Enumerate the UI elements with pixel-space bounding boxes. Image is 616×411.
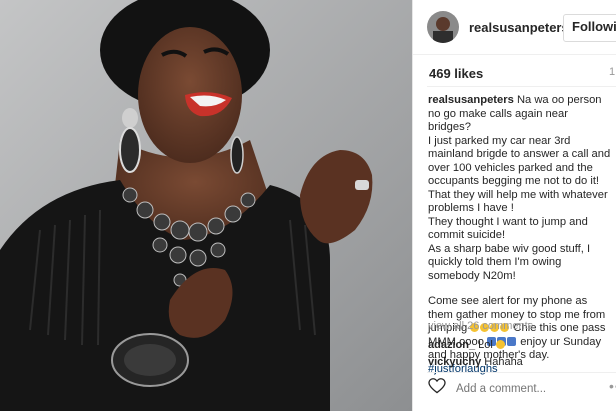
laughing-emoji-icon xyxy=(495,340,505,349)
add-comment-input[interactable] xyxy=(454,381,598,396)
add-comment-row xyxy=(428,378,598,399)
post-side-panel: realsusanpeters Following 469 likes 1 re… xyxy=(412,0,616,411)
post-header: realsusanpeters Following xyxy=(413,0,616,55)
comment-item: vickyuchy Hahaha xyxy=(428,356,523,368)
comment-text: Hahaha xyxy=(484,356,523,368)
avatar-image xyxy=(427,11,459,43)
comment-username[interactable]: adazion_ xyxy=(428,339,475,351)
caption-text: That they will help me with whatever pro… xyxy=(428,188,608,215)
profile-username[interactable]: realsusanpeters xyxy=(469,20,569,35)
comment-username[interactable]: vickyuchy xyxy=(428,356,481,368)
comment-item: adazion_ Lol xyxy=(428,339,506,351)
caption-text: As a sharp babe wiv good stuff, I quickl… xyxy=(428,242,591,282)
comment-text: Lol xyxy=(478,339,493,351)
more-options-icon[interactable]: ••• xyxy=(609,378,616,394)
following-button[interactable]: Following xyxy=(563,14,616,42)
post-photo[interactable] xyxy=(0,0,412,411)
view-all-comments-link[interactable]: view all 26 comments xyxy=(428,320,533,332)
caption-text: They thought I want to jump and commit s… xyxy=(428,215,588,242)
divider xyxy=(427,372,616,373)
caption-text: I just parked my car near 3rd mainland b… xyxy=(428,134,611,188)
caption-line-1: realsusanpeters Na wa oo person no go ma… xyxy=(428,94,611,135)
avatar[interactable] xyxy=(427,11,459,43)
divider xyxy=(427,86,616,87)
likes-count[interactable]: 469 likes xyxy=(429,66,483,81)
bowing-emoji-icon xyxy=(507,336,517,346)
post-photo-image xyxy=(0,0,412,411)
post-caption: realsusanpeters Na wa oo person no go ma… xyxy=(428,94,611,376)
post-timestamp: 1 xyxy=(609,66,616,78)
heart-icon[interactable] xyxy=(428,378,446,399)
caption-username[interactable]: realsusanpeters xyxy=(428,94,514,106)
